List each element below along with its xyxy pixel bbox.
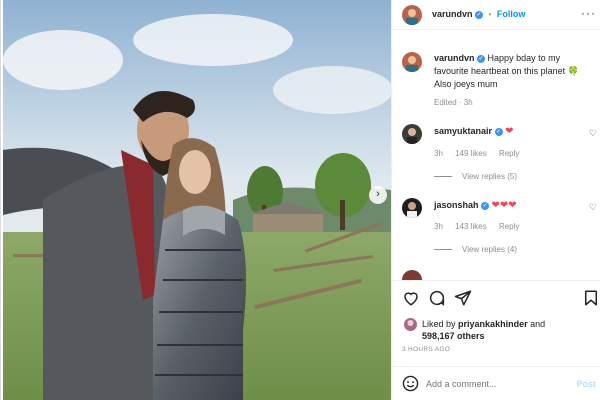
caption-verified-icon: ✓ <box>477 54 486 63</box>
comment-bubble-icon[interactable] <box>428 289 446 307</box>
view-replies[interactable]: View replies (4) <box>434 245 517 254</box>
comment-likes[interactable]: 143 likes <box>455 222 487 231</box>
comment-row: jasonshah ✓ ❤❤❤ <box>434 200 517 211</box>
liked-by-others[interactable]: 598,167 others <box>422 331 485 341</box>
post-side-panel: varundvn ✓ • Follow ··· varundvn ✓ Happy… <box>391 0 600 400</box>
comment-verified-icon: ✓ <box>481 201 490 210</box>
view-replies-label[interactable]: View replies (5) <box>462 172 517 181</box>
comment-likes[interactable]: 149 likes <box>455 149 487 158</box>
view-replies[interactable]: View replies (5) <box>434 172 517 181</box>
emoji-smiley-icon[interactable] <box>402 375 419 392</box>
next-photo-button[interactable]: › <box>369 186 387 204</box>
comment-avatar[interactable] <box>402 124 422 144</box>
comment-text: ❤❤❤ <box>491 200 517 211</box>
caption-emoji: 🍀 <box>567 66 579 76</box>
comment-age: 3h <box>434 149 443 158</box>
header-separator: • <box>488 10 492 19</box>
reply-button[interactable]: Reply <box>499 149 519 158</box>
like-comment-icon[interactable]: ♡ <box>589 128 597 139</box>
author-avatar[interactable] <box>402 5 422 25</box>
more-options-icon[interactable]: ··· <box>581 6 596 20</box>
comment-avatar[interactable] <box>402 198 422 218</box>
photo-illustration <box>3 0 391 400</box>
liked-by-prefix: Liked by <box>422 319 456 329</box>
verified-badge-icon: ✓ <box>475 10 484 19</box>
post-timestamp: 3 HOURS AGO <box>402 346 451 353</box>
comment-avatar-partial[interactable] <box>402 270 422 280</box>
follow-button[interactable]: Follow <box>497 9 526 19</box>
liked-by-and: and <box>530 319 546 329</box>
comment-age: 3h <box>434 222 443 231</box>
comment-username[interactable]: jasonshah <box>434 200 479 210</box>
caption: varundvn ✓ Happy bday to my favourite he… <box>434 52 594 91</box>
view-replies-label[interactable]: View replies (4) <box>462 245 517 254</box>
post-photo[interactable]: › <box>3 0 391 400</box>
comment-verified-icon: ✓ <box>494 127 503 136</box>
comment-text: ❤ <box>505 126 514 137</box>
caption-username[interactable]: varundvn <box>434 53 475 63</box>
liked-by-user[interactable]: priyankakhinder <box>458 319 528 329</box>
replies-line <box>434 249 452 251</box>
share-send-icon[interactable] <box>454 289 472 307</box>
caption-line2: Also joeys mum <box>434 79 498 89</box>
action-bar <box>392 280 600 314</box>
instagram-post: › varundvn ✓ • Follow ··· varundvn ✓ Hap… <box>0 0 600 400</box>
caption-edited: Edited · 3h <box>434 98 473 107</box>
comment-meta: 3h 143 likes Reply <box>434 222 519 231</box>
author-username[interactable]: varundvn <box>432 9 473 19</box>
replies-line <box>434 176 452 178</box>
like-heart-icon[interactable] <box>402 289 420 307</box>
comment-username[interactable]: samyuktanair <box>434 126 492 136</box>
like-comment-icon[interactable]: ♡ <box>589 202 597 213</box>
add-comment-input[interactable] <box>426 375 566 393</box>
liker-avatar[interactable] <box>404 318 417 331</box>
comment-row: samyuktanair ✓ ❤ <box>434 126 513 137</box>
post-comment-button[interactable]: Post <box>576 379 596 389</box>
caption-avatar[interactable] <box>402 52 422 72</box>
bookmark-icon[interactable] <box>582 289 600 307</box>
reply-button[interactable]: Reply <box>499 222 519 231</box>
add-comment-bar: Post <box>392 366 600 400</box>
liked-by: Liked by priyankakhinder and 598,167 oth… <box>422 318 597 342</box>
comment-meta: 3h 149 likes Reply <box>434 149 519 158</box>
post-header: varundvn ✓ • Follow ··· <box>392 0 600 30</box>
